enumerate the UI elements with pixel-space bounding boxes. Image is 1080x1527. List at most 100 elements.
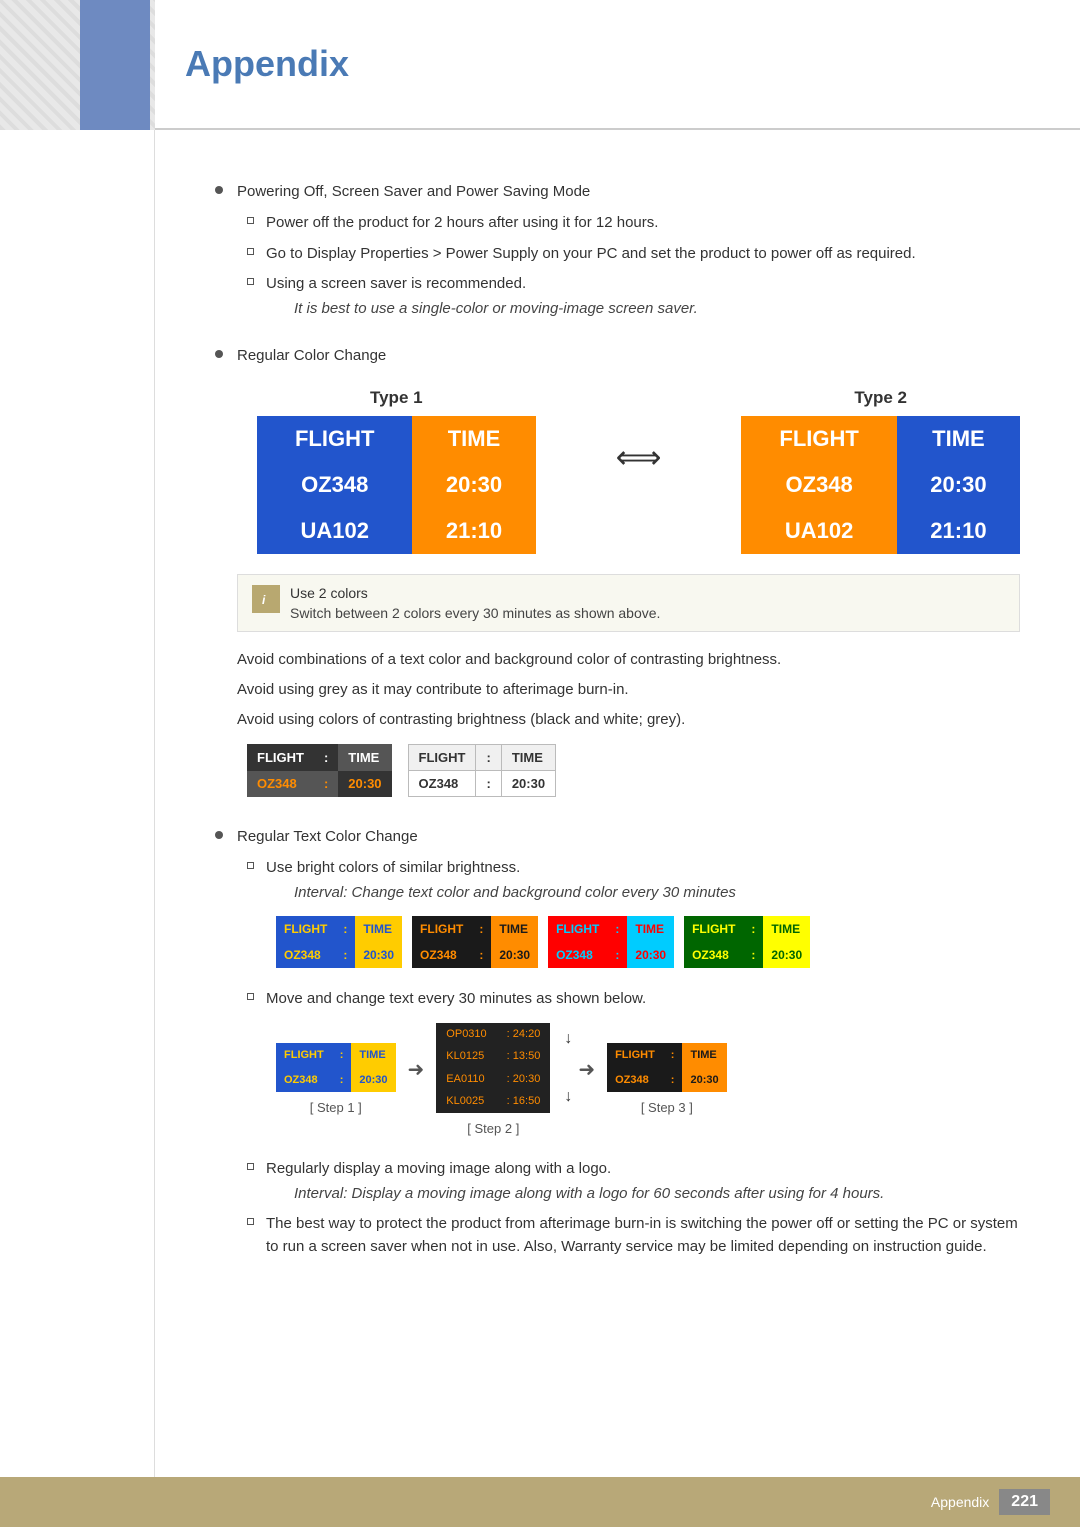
type2-header-row: FLIGHT TIME [741, 416, 1020, 462]
step-arrow-2: ➜ [578, 1055, 595, 1105]
ct1-d1: OZ348 [276, 942, 335, 968]
step-diagram: FLIGHT : TIME OZ348 : 20:30 [276, 1023, 1020, 1139]
ct3-h1: FLIGHT [548, 916, 607, 942]
sub-square-3-1 [247, 862, 254, 869]
type1-row1: OZ348 20:30 [257, 462, 536, 508]
type1-row1-time: 20:30 [412, 462, 535, 508]
color-table-4: FLIGHT : TIME OZ348 : 20:30 [684, 916, 810, 968]
sub-content-3-4: The best way to protect the product from… [266, 1213, 1020, 1258]
step3-table: FLIGHT : TIME OZ348 : 20:30 [607, 1043, 727, 1092]
s3-d1: OZ348 [607, 1068, 663, 1093]
ct4-h2: : [743, 916, 763, 942]
sub-square-3-3 [247, 1163, 254, 1170]
ct2-data: OZ348 : 20:30 [412, 942, 538, 968]
type1-header-row: FLIGHT TIME [257, 416, 536, 462]
ct1-h1: FLIGHT [276, 916, 335, 942]
bullet-item-1: Powering Off, Screen Saver and Power Sav… [215, 180, 1020, 328]
step3-data: OZ348 : 20:30 [607, 1068, 727, 1093]
s3-h3: TIME [682, 1043, 726, 1068]
page-title: Appendix [185, 43, 349, 85]
type1-row2: UA102 21:10 [257, 508, 536, 554]
color-table-2: FLIGHT : TIME OZ348 : 20:30 [412, 916, 538, 968]
sub-item-3-4: The best way to protect the product from… [247, 1213, 1020, 1258]
type1-row1-flight: OZ348 [257, 462, 412, 508]
sub-square-3-2 [247, 993, 254, 1000]
note1-body: Switch between 2 colors every 30 minutes… [290, 605, 660, 621]
sub-items-3: Use bright colors of similar brightness.… [247, 857, 1020, 1258]
dark-d1: OZ348 [247, 771, 314, 798]
sub-content-3-3: Regularly display a moving image along w… [266, 1158, 1020, 1205]
type1-header-flight: FLIGHT [257, 416, 412, 462]
step2-r2-c2: : 13:50 [497, 1045, 551, 1068]
step2-label: [ Step 2 ] [467, 1119, 519, 1139]
bullet-item-3: Regular Text Color Change Use bright col… [215, 825, 1020, 1266]
ct2-d2: : [471, 942, 491, 968]
ct3-d2: : [607, 942, 627, 968]
light-h2: : [476, 745, 501, 771]
sub3-note: It is best to use a single-color or movi… [294, 298, 1020, 321]
ct2-d3: 20:30 [491, 942, 538, 968]
step1-table: FLIGHT : TIME OZ348 : 20:30 [276, 1043, 396, 1092]
step1-label: [ Step 1 ] [310, 1098, 362, 1118]
step1-header: FLIGHT : TIME [276, 1043, 396, 1068]
down-arrow-1: ↓ [564, 1027, 572, 1051]
avoid-text-3: Avoid using colors of contrasting bright… [237, 708, 1020, 732]
type2-row1-time: 20:30 [897, 462, 1020, 508]
type2-row2-flight: UA102 [741, 508, 896, 554]
ct2-header: FLIGHT : TIME [412, 916, 538, 942]
sub-item-3-1: Use bright colors of similar brightness.… [247, 857, 1020, 980]
type1-row2-flight: UA102 [257, 508, 412, 554]
step2-row1: OP0310 : 24:20 [436, 1023, 550, 1046]
ct3-h3: TIME [627, 916, 674, 942]
type2-row1-flight: OZ348 [741, 462, 896, 508]
regularly-text: Regularly display a moving image along w… [266, 1160, 611, 1177]
four-tables-row: FLIGHT : TIME OZ348 : 20:30 [276, 916, 1020, 968]
ct4-h1: FLIGHT [684, 916, 743, 942]
dark-header-row: FLIGHT : TIME [247, 744, 392, 771]
type2-header-time: TIME [897, 416, 1020, 462]
bullet-item-2: Regular Color Change Type 1 FLIGHT TIME … [215, 344, 1020, 809]
step2-r1-c1: OP0310 [436, 1023, 496, 1046]
header-blue-bar [80, 0, 150, 130]
light-data-row: OZ348 : 20:30 [408, 771, 556, 797]
type2-block: Type 2 FLIGHT TIME OZ348 20:30 UA102 21: [741, 388, 1020, 554]
bullet-content-3: Regular Text Color Change Use bright col… [237, 825, 1020, 1266]
down-arrow-2: ↓ [564, 1085, 572, 1109]
dark-d3: 20:30 [338, 771, 391, 798]
sub-square-3-4 [247, 1218, 254, 1225]
type1-table: FLIGHT TIME OZ348 20:30 UA102 21:10 [257, 416, 536, 554]
ct4-d3: 20:30 [763, 942, 810, 968]
bullet-dot-1 [215, 186, 223, 194]
ct2-h2: : [471, 916, 491, 942]
type1-header-time: TIME [412, 416, 535, 462]
ct3-d3: 20:30 [627, 942, 674, 968]
bullet1-label: Powering Off, Screen Saver and Power Sav… [237, 180, 1020, 204]
s3-d2: : [663, 1068, 683, 1093]
header-title-area: Appendix [155, 0, 1080, 130]
sub3-text: Using a screen saver is recommended. [266, 275, 526, 292]
type-comparison: Type 1 FLIGHT TIME OZ348 20:30 UA102 21: [257, 388, 1020, 554]
ct1-header: FLIGHT : TIME [276, 916, 402, 942]
step2-r4-c1: KL0025 [436, 1090, 496, 1113]
dark-d2: : [314, 771, 338, 798]
s1-h2: : [332, 1043, 352, 1068]
step1-block: FLIGHT : TIME OZ348 : 20:30 [276, 1043, 396, 1118]
ct4-d2: : [743, 942, 763, 968]
footer: Appendix 221 [0, 1477, 1080, 1527]
bullet-dot-2 [215, 350, 223, 358]
s3-d3: 20:30 [682, 1068, 726, 1093]
footer-label: Appendix [931, 1494, 989, 1510]
ct4-data: OZ348 : 20:30 [684, 942, 810, 968]
ct1-data: OZ348 : 20:30 [276, 942, 402, 968]
type2-row1: OZ348 20:30 [741, 462, 1020, 508]
step2-r3-c2: : 20:30 [497, 1068, 551, 1091]
dark-h3: TIME [338, 744, 391, 771]
sub-content-1-1: Power off the product for 2 hours after … [266, 212, 1020, 235]
step2-scroll-table: OP0310 : 24:20 KL0125 : 13:50 [436, 1023, 550, 1113]
light-header-row: FLIGHT : TIME [408, 745, 556, 771]
dark-example-table: FLIGHT : TIME OZ348 : 20:30 [247, 744, 392, 797]
pencil-icon: i [257, 590, 275, 608]
s1-d2: : [332, 1068, 352, 1093]
avoid-text-1: Avoid combinations of a text color and b… [237, 648, 1020, 672]
ct2-h3: TIME [491, 916, 538, 942]
